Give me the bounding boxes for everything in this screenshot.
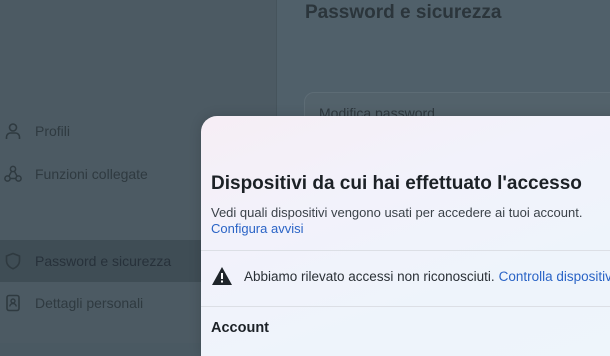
sidebar-item-label: Password e sicurezza xyxy=(35,253,172,269)
sidebar-item-label: Dettagli personali xyxy=(35,295,144,311)
divider xyxy=(201,250,610,251)
id-card-icon xyxy=(2,292,24,314)
sidebar-item-label: Funzioni collegate xyxy=(35,166,148,182)
person-icon xyxy=(2,120,24,142)
unrecognized-login-alert: Abbiamo rilevato accessi non riconosciut… xyxy=(211,266,610,286)
devices-modal: Dispositivi da cui hai effettuato l'acce… xyxy=(201,116,610,356)
alert-text: Abbiamo rilevato accessi non riconosciut… xyxy=(244,268,495,284)
modal-description: Vedi quali dispositivi vengono usati per… xyxy=(211,205,583,220)
configure-alerts-link[interactable]: Configura avvisi xyxy=(211,221,304,236)
connected-features-icon xyxy=(2,163,24,185)
page-title: Password e sicurezza xyxy=(305,2,502,23)
warning-icon xyxy=(211,266,233,286)
divider xyxy=(201,306,610,307)
sidebar-item-label: Profili xyxy=(35,123,71,139)
modal-title: Dispositivi da cui hai effettuato l'acce… xyxy=(211,173,582,194)
shield-icon xyxy=(2,250,24,272)
account-section-heading: Account xyxy=(211,320,269,336)
check-devices-link[interactable]: Controlla dispositivi xyxy=(499,269,610,284)
